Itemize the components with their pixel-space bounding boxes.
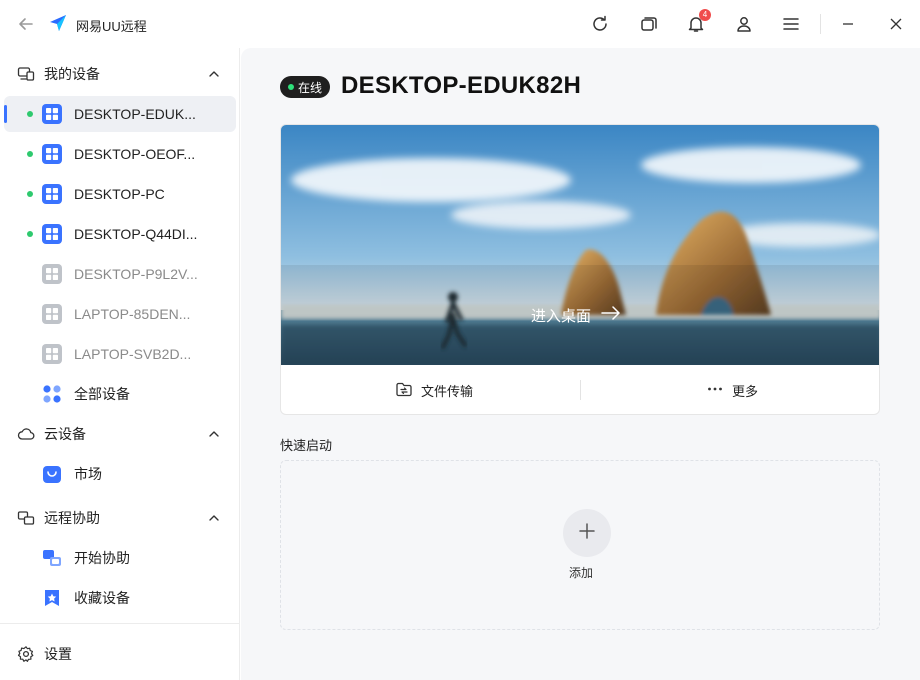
sidebar-item-label: 开始协助 xyxy=(74,550,130,566)
sidebar-item-label: 市场 xyxy=(74,466,102,482)
settings-label: 设置 xyxy=(44,646,72,662)
windows-icon xyxy=(42,264,62,284)
plus-icon xyxy=(577,521,597,546)
status-label: 在线 xyxy=(298,80,323,95)
multi-window-icon[interactable] xyxy=(637,12,661,36)
sidebar-item-start-assist[interactable]: 开始协助 xyxy=(4,540,236,576)
group-label: 我的设备 xyxy=(44,66,100,82)
menu-icon[interactable] xyxy=(779,12,803,36)
file-transfer-label: 文件传输 xyxy=(421,384,474,399)
devices-icon xyxy=(17,65,35,83)
more-dots-icon xyxy=(706,380,724,401)
device-name: DESKTOP-EDUK... xyxy=(74,106,196,122)
start-assist-icon xyxy=(42,548,62,568)
main-panel: 在线 DESKTOP-EDUK82H 进入桌面 文件传输 更多 快速启动 添加 xyxy=(241,48,920,680)
add-quick-start-button[interactable] xyxy=(563,509,611,557)
device-item[interactable]: DESKTOP-P9L2V... xyxy=(4,256,236,292)
online-status-dot xyxy=(27,191,33,197)
user-icon[interactable] xyxy=(732,12,756,36)
selection-indicator xyxy=(4,105,7,123)
online-status-dot xyxy=(27,111,33,117)
title-bar: 网易UU远程 4 xyxy=(0,0,920,48)
more-label: 更多 xyxy=(732,384,759,399)
windows-icon xyxy=(42,304,62,324)
notification-bell-icon[interactable]: 4 xyxy=(684,9,711,36)
group-remote-assist[interactable]: 远程协助 xyxy=(0,500,240,536)
windows-icon xyxy=(42,344,62,364)
windows-icon xyxy=(42,104,62,124)
page-title: DESKTOP-EDUK82H xyxy=(341,72,582,99)
more-button[interactable]: 更多 xyxy=(706,365,759,414)
device-name: DESKTOP-Q44DI... xyxy=(74,226,198,242)
add-label: 添加 xyxy=(568,566,593,580)
device-name: DESKTOP-PC xyxy=(74,186,165,202)
online-status-dot xyxy=(288,84,294,90)
device-item[interactable]: DESKTOP-OEOF... xyxy=(4,136,236,172)
enter-desktop-button[interactable]: 进入桌面 xyxy=(531,303,621,327)
notification-badge: 4 xyxy=(699,9,711,21)
windows-icon xyxy=(42,184,62,204)
device-item[interactable]: DESKTOP-EDUK... xyxy=(4,96,236,132)
titlebar-divider xyxy=(820,14,821,34)
sidebar-item-favorites[interactable]: 收藏设备 xyxy=(4,580,236,616)
windows-icon xyxy=(42,224,62,244)
minimize-icon[interactable] xyxy=(836,12,860,36)
device-item[interactable]: LAPTOP-SVB2D... xyxy=(4,336,236,372)
quick-start-area: 添加 xyxy=(280,460,880,630)
sidebar-item-market[interactable]: 市场 xyxy=(4,456,236,492)
folder-transfer-icon xyxy=(395,380,413,401)
refresh-icon[interactable] xyxy=(588,12,612,36)
remote-assist-icon xyxy=(17,509,35,527)
group-label: 远程协助 xyxy=(44,510,100,526)
device-name: LAPTOP-SVB2D... xyxy=(74,346,192,362)
quick-start-title: 快速启动 xyxy=(280,438,333,453)
device-card: 进入桌面 文件传输 更多 xyxy=(280,124,880,415)
device-name: DESKTOP-OEOF... xyxy=(74,146,196,162)
chevron-up-icon[interactable] xyxy=(206,426,222,442)
status-badge: 在线 xyxy=(280,76,331,98)
close-icon[interactable] xyxy=(884,12,908,36)
chevron-up-icon[interactable] xyxy=(206,510,222,526)
chevron-up-icon[interactable] xyxy=(206,66,222,82)
back-arrow-icon[interactable] xyxy=(16,14,36,34)
enter-desktop-label: 进入桌面 xyxy=(531,307,592,325)
device-item[interactable]: LAPTOP-85DEN... xyxy=(4,296,236,332)
device-name: DESKTOP-P9L2V... xyxy=(74,266,198,282)
device-item[interactable]: DESKTOP-PC xyxy=(4,176,236,212)
device-item[interactable]: DESKTOP-Q44DI... xyxy=(4,216,236,252)
shopping-bag-icon xyxy=(42,464,62,484)
group-label: 云设备 xyxy=(44,426,86,442)
online-status-dot xyxy=(27,151,33,157)
sidebar-item-settings[interactable]: 设置 xyxy=(0,636,240,672)
actions-divider xyxy=(580,380,581,400)
sidebar-divider xyxy=(0,623,240,624)
app-logo-icon xyxy=(48,13,68,33)
app-title: 网易UU远程 xyxy=(76,19,147,34)
sidebar-item-all-devices[interactable]: 全部设备 xyxy=(4,376,236,412)
group-cloud-devices[interactable]: 云设备 xyxy=(0,416,240,452)
desktop-wallpaper-preview[interactable] xyxy=(281,125,880,365)
sidebar-item-label: 收藏设备 xyxy=(74,590,130,606)
file-transfer-button[interactable]: 文件传输 xyxy=(395,365,474,414)
arrow-right-icon xyxy=(601,306,621,324)
device-name: LAPTOP-85DEN... xyxy=(74,306,191,322)
card-actions: 文件传输 更多 xyxy=(281,365,879,414)
sidebar: 我的设备 DESKTOP-EDUK... DESKTOP-OEOF... DES… xyxy=(0,48,240,680)
windows-icon xyxy=(42,144,62,164)
cloud-icon xyxy=(17,425,35,443)
all-devices-icon xyxy=(42,384,62,404)
online-status-dot xyxy=(27,231,33,237)
gear-icon xyxy=(17,645,35,663)
star-bookmark-icon xyxy=(42,588,62,608)
group-my-devices[interactable]: 我的设备 xyxy=(0,56,240,92)
sidebar-item-label: 全部设备 xyxy=(74,386,130,402)
